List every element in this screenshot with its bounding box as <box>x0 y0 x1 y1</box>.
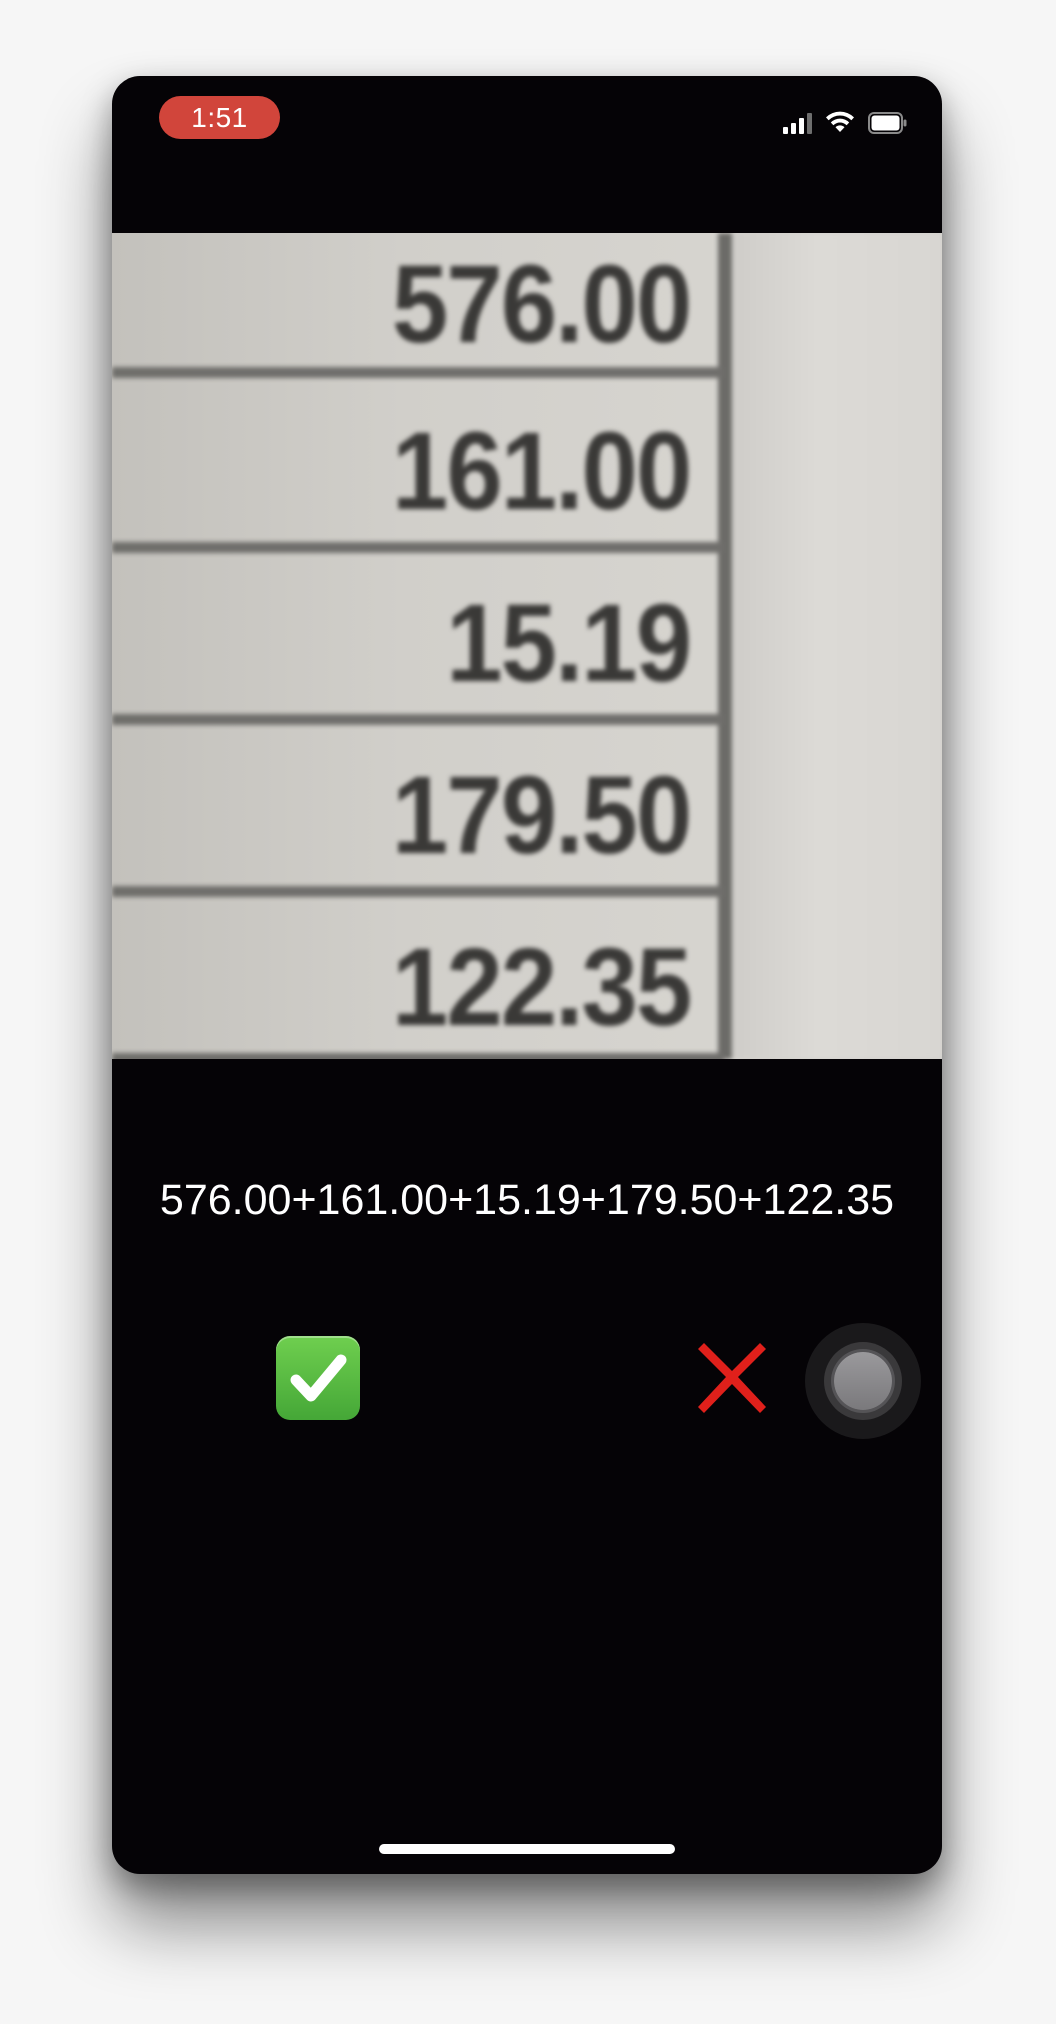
table-row-line <box>112 1053 724 1059</box>
preview-value: 122.35 <box>391 926 692 1049</box>
preview-value: 161.00 <box>391 410 692 533</box>
status-time[interactable]: 1:51 <box>159 96 280 139</box>
cross-mark-icon <box>698 1343 766 1413</box>
recognized-expression: 576.00+161.00+15.19+179.50+122.35 <box>159 1176 895 1224</box>
table-row-line <box>112 542 724 553</box>
table-vertical-line <box>718 233 732 1059</box>
cellular-signal-icon <box>783 112 812 134</box>
table-row-line <box>112 367 724 378</box>
preview-value: 179.50 <box>391 754 692 877</box>
battery-icon <box>868 112 908 134</box>
cancel-button[interactable] <box>690 1337 774 1421</box>
confirm-button[interactable] <box>276 1336 360 1420</box>
table-row-line <box>112 886 724 897</box>
table-row-line <box>112 714 724 725</box>
wifi-icon <box>826 111 854 132</box>
paper-margin <box>734 233 942 1059</box>
preview-value: 576.00 <box>391 243 692 366</box>
phone-screen: 1:51 576.00 161.00 15.19 179.50 122.35 5… <box>112 76 942 1874</box>
check-mark-button-icon <box>290 1354 347 1402</box>
assistive-touch-icon <box>824 1342 902 1420</box>
status-icons <box>783 108 908 134</box>
camera-preview[interactable]: 576.00 161.00 15.19 179.50 122.35 <box>112 233 942 1059</box>
screenshot-page: 1:51 576.00 161.00 15.19 179.50 122.35 5… <box>0 0 1056 2024</box>
home-indicator[interactable] <box>379 1844 675 1854</box>
assistive-touch-button[interactable] <box>805 1323 921 1439</box>
preview-value: 15.19 <box>445 582 692 705</box>
camera-preview-image: 576.00 161.00 15.19 179.50 122.35 <box>112 233 942 1059</box>
